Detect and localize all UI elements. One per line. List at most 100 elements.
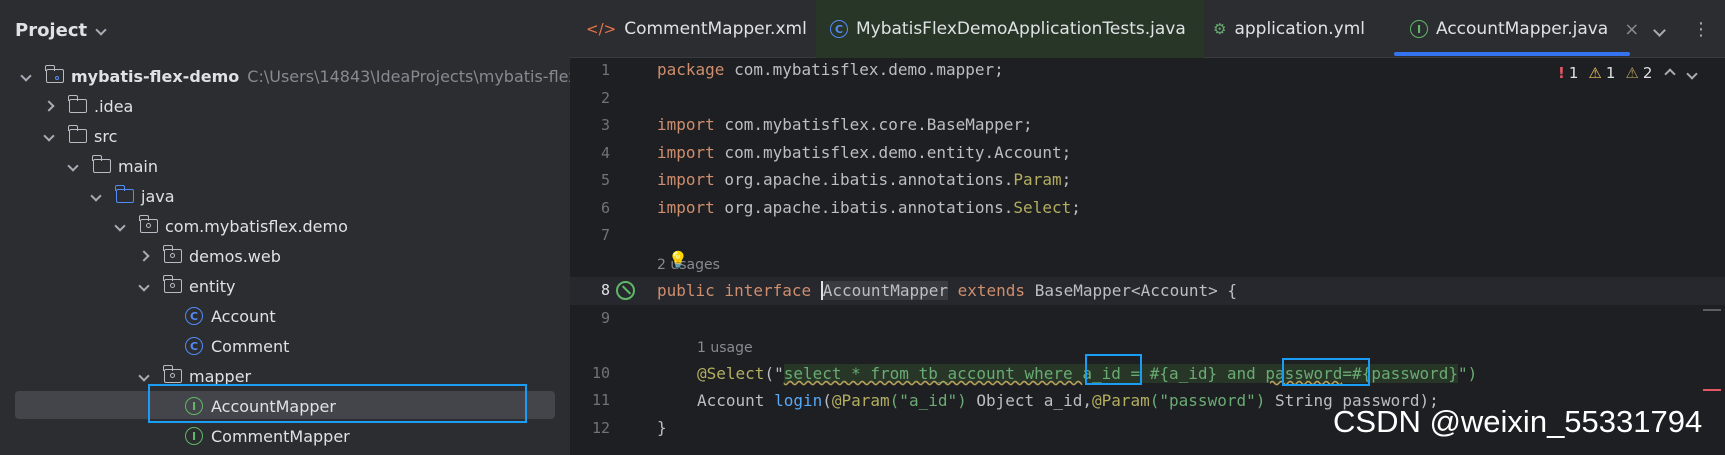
more-vertical-icon: ⋮: [1692, 18, 1710, 40]
line-number: 2: [600, 89, 610, 107]
chevron-down-icon[interactable]: [43, 130, 55, 142]
package-icon: [163, 245, 182, 263]
line-number: 8: [600, 281, 610, 299]
warning-icon: ⚠: [1588, 64, 1602, 82]
project-path: C:\Users\14843\IdeaProjects\mybatis-flex…: [247, 66, 594, 86]
line-number: 5: [600, 171, 610, 189]
package-icon: [163, 365, 182, 383]
code-line-8: public interface AccountMapper extends B…: [657, 281, 1237, 300]
tab-application-yml[interactable]: ⚙ application.yml: [1213, 0, 1365, 58]
class-icon: C: [185, 337, 203, 355]
implemented-gutter-icon[interactable]: [616, 281, 635, 300]
chevron-down-icon[interactable]: [138, 370, 150, 382]
error-icon: !: [1558, 64, 1565, 82]
tree-item-label: CommentMapper: [211, 426, 350, 446]
tab-label: CommentMapper.xml: [624, 19, 807, 39]
tree-item-demos-web[interactable]: demos.web: [138, 241, 281, 271]
line-number: 3: [600, 116, 610, 134]
interface-icon: I: [1410, 20, 1428, 38]
watermark: CSDN @weixin_55331794: [1333, 404, 1703, 439]
tree-item-src[interactable]: src: [43, 121, 117, 151]
tree-item-idea[interactable]: .idea: [43, 91, 133, 121]
tree-item-label: com.mybatisflex.demo: [165, 216, 348, 236]
highlight-box-password: [1282, 358, 1370, 386]
tree-item-label: java: [141, 186, 175, 206]
code-line-12: }: [657, 418, 667, 437]
project-title: Project: [15, 19, 88, 41]
active-tab-indicator: [1394, 52, 1630, 56]
tab-label: MybatisFlexDemoApplicationTests.java: [856, 19, 1186, 39]
chevron-right-icon[interactable]: [138, 250, 150, 262]
tab-account-mapper-java[interactable]: I AccountMapper.java ×: [1410, 0, 1639, 58]
folder-icon: [92, 155, 111, 173]
tab-label: AccountMapper.java: [1436, 19, 1609, 39]
code-line-5: import org.apache.ibatis.annotations.Par…: [657, 170, 1072, 189]
line-number: 11: [591, 391, 610, 409]
chevron-down-icon[interactable]: [114, 220, 126, 232]
more-options-button[interactable]: ⋮: [1692, 0, 1710, 58]
chevron-down-icon[interactable]: [20, 70, 32, 82]
tab-comment-mapper-xml[interactable]: </> CommentMapper.xml: [586, 0, 807, 58]
package-icon: [139, 215, 158, 233]
chevron-down-icon: [95, 18, 107, 39]
error-scroll-marker: [1703, 389, 1721, 391]
tree-item-comment[interactable]: C Comment: [185, 331, 289, 361]
package-icon: [163, 275, 182, 293]
tree-item-label: demos.web: [189, 246, 281, 266]
weak-warning-icon: ⚠: [1625, 64, 1639, 82]
close-icon[interactable]: ×: [1624, 19, 1639, 40]
tree-item-account[interactable]: C Account: [185, 301, 276, 331]
module-folder-icon: [45, 65, 64, 83]
chevron-down-icon[interactable]: [138, 280, 150, 292]
line-number: 9: [600, 309, 610, 327]
warning-count: 1: [1605, 64, 1616, 82]
tree-item-java[interactable]: java: [90, 181, 175, 211]
code-line-3: import com.mybatisflex.core.BaseMapper;: [657, 115, 1033, 134]
tab-tests-java[interactable]: C MybatisFlexDemoApplicationTests.java: [816, 0, 1204, 58]
interface-icon: I: [185, 427, 203, 445]
code-line-6: import org.apache.ibatis.annotations.Sel…: [657, 198, 1081, 217]
line-number: 7: [600, 226, 610, 244]
highlight-box-account-mapper: [148, 384, 527, 423]
folder-icon: [68, 95, 87, 113]
class-icon: C: [185, 307, 203, 325]
chevron-right-icon[interactable]: [43, 100, 55, 112]
line-number: 1: [600, 61, 610, 79]
tree-item-package-demo[interactable]: com.mybatisflex.demo: [114, 211, 348, 241]
tree-item-label: Comment: [211, 336, 290, 356]
source-folder-icon: [115, 185, 134, 203]
error-count: 1: [1568, 64, 1579, 82]
code-line-1: package com.mybatisflex.demo.mapper;: [657, 60, 1004, 79]
usages-hint[interactable]: 2 usages: [657, 254, 720, 273]
weak-warning-count: 2: [1642, 64, 1653, 82]
yml-icon: ⚙: [1213, 20, 1227, 38]
line-number: 10: [591, 364, 610, 382]
tree-item-comment-mapper[interactable]: I CommentMapper: [185, 421, 350, 451]
tree-item-project-root[interactable]: mybatis-flex-demo C:\Users\14843\IdeaPro…: [20, 61, 594, 91]
line-number: 6: [600, 199, 610, 217]
tree-item-entity[interactable]: entity: [138, 271, 235, 301]
usage-hint[interactable]: 1 usage: [697, 337, 753, 356]
chevron-up-icon[interactable]: [1664, 64, 1677, 82]
folder-icon: [68, 125, 87, 143]
chevron-down-icon[interactable]: [67, 160, 79, 172]
tree-item-label: main: [118, 156, 158, 176]
tab-label: application.yml: [1234, 19, 1365, 39]
project-view-header[interactable]: Project: [15, 18, 107, 42]
lightbulb-icon[interactable]: 💡: [668, 250, 688, 269]
xml-icon: </>: [586, 20, 617, 38]
tree-item-label: .idea: [94, 96, 134, 116]
code-line-4: import com.mybatisflex.demo.entity.Accou…: [657, 143, 1072, 162]
chevron-down-icon: [1653, 20, 1666, 39]
class-icon: C: [830, 20, 848, 38]
tree-item-main[interactable]: main: [67, 151, 158, 181]
tree-item-label: src: [94, 126, 118, 146]
tree-item-label: mapper: [189, 366, 252, 386]
scroll-marker: [1703, 309, 1721, 311]
tab-list-button[interactable]: [1653, 0, 1666, 58]
inspection-widget[interactable]: ! 1 ⚠ 1 ⚠ 2: [1558, 64, 1699, 82]
highlight-box-a-id: [1085, 354, 1142, 385]
chevron-down-icon[interactable]: [1686, 64, 1699, 82]
tree-item-label: Account: [211, 306, 276, 326]
chevron-down-icon[interactable]: [90, 190, 102, 202]
